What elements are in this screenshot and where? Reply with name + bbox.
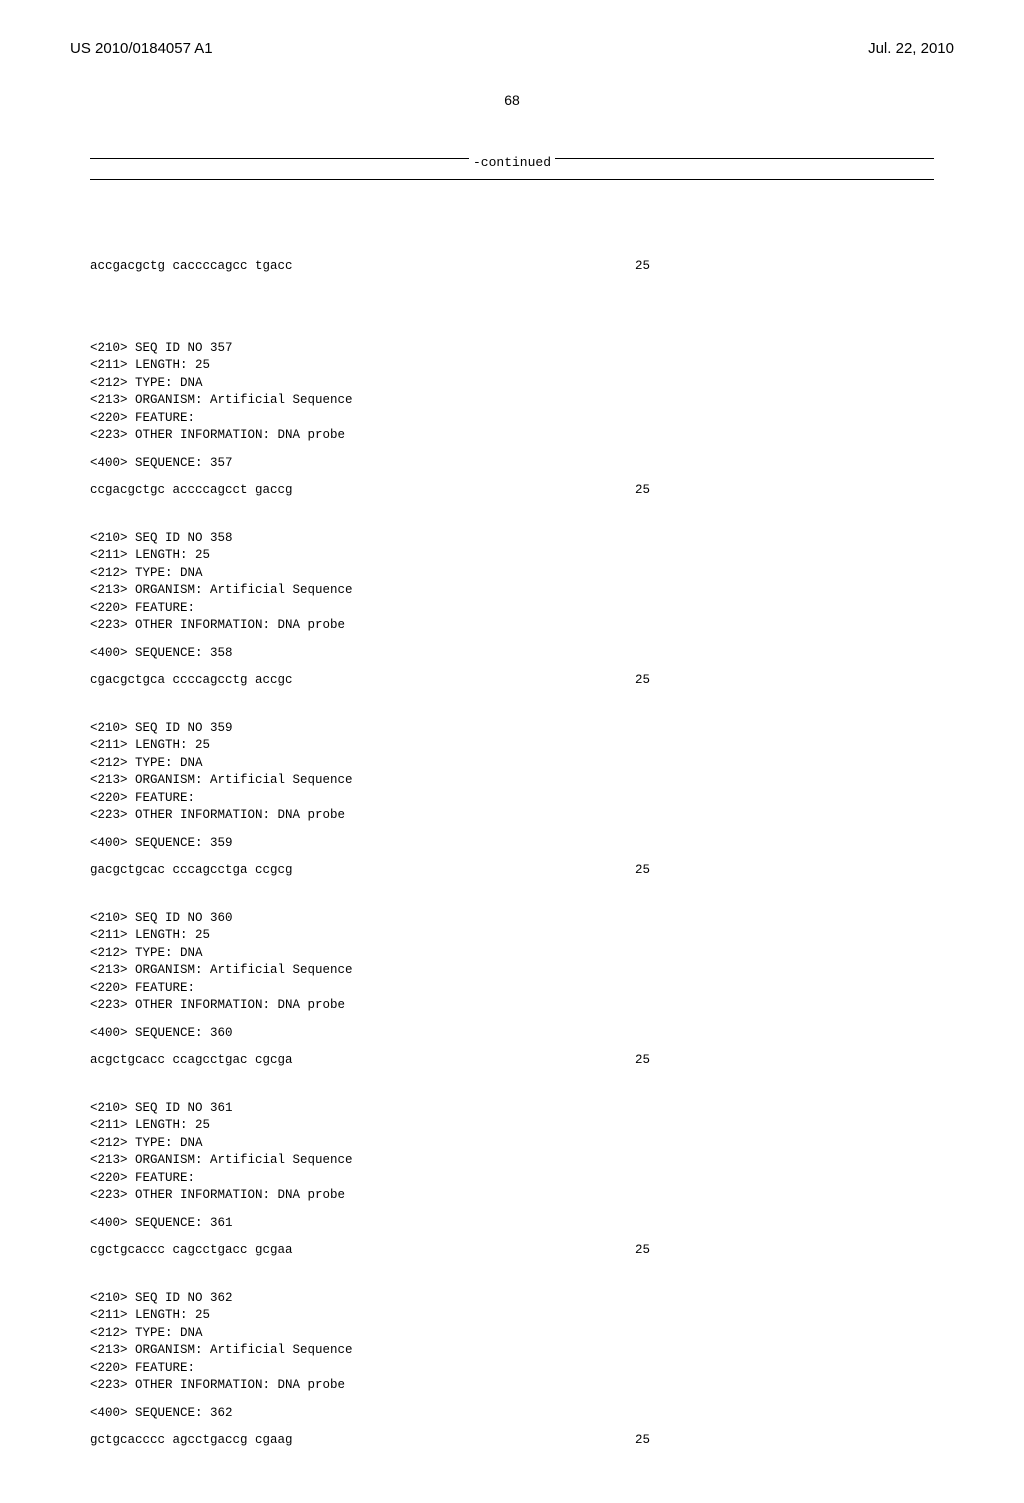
meta-line: <223> OTHER INFORMATION: DNA probe xyxy=(90,807,934,825)
meta-line: <211> LENGTH: 25 xyxy=(90,1307,934,1325)
meta-line: <212> TYPE: DNA xyxy=(90,1135,934,1153)
sequence-length: 25 xyxy=(635,672,650,690)
meta-line: <213> ORGANISM: Artificial Sequence xyxy=(90,772,934,790)
spacer xyxy=(90,1278,934,1290)
sequence-length: 25 xyxy=(635,258,650,276)
sequence-line: gacgctgcac cccagcctga ccgcg 25 xyxy=(90,862,650,880)
sequence-block: <210> SEQ ID NO 360<211> LENGTH: 25<212>… xyxy=(90,898,934,1070)
sequence-text: cgacgctgca ccccagcctg accgc xyxy=(90,672,293,690)
meta-line: <211> LENGTH: 25 xyxy=(90,1117,934,1135)
sequence-line: gctgcacccc agcctgaccg cgaag 25 xyxy=(90,1432,650,1450)
sequence-block: <210> SEQ ID NO 358<211> LENGTH: 25<212>… xyxy=(90,518,934,690)
meta-line: <212> TYPE: DNA xyxy=(90,1325,934,1343)
sequence-label: <400> SEQUENCE: 357 xyxy=(90,455,934,473)
sequence-meta: <210> SEQ ID NO 360<211> LENGTH: 25<212>… xyxy=(90,910,934,1015)
sequence-meta: <210> SEQ ID NO 357<211> LENGTH: 25<212>… xyxy=(90,340,934,445)
sequence-text: accgacgctg caccccagcc tgacc xyxy=(90,258,293,276)
sequence-text: cgctgcaccc cagcctgacc gcgaa xyxy=(90,1242,293,1260)
meta-line: <210> SEQ ID NO 357 xyxy=(90,340,934,358)
meta-line: <210> SEQ ID NO 359 xyxy=(90,720,934,738)
sequence-meta: <210> SEQ ID NO 358<211> LENGTH: 25<212>… xyxy=(90,530,934,635)
sequence-block: <210> SEQ ID NO 357<211> LENGTH: 25<212>… xyxy=(90,328,934,500)
continued-label: -continued xyxy=(469,155,555,170)
sequence-text: gctgcacccc agcctgaccg cgaag xyxy=(90,1432,293,1450)
spacer xyxy=(90,708,934,720)
meta-line: <212> TYPE: DNA xyxy=(90,565,934,583)
meta-line: <212> TYPE: DNA xyxy=(90,375,934,393)
spacer xyxy=(90,898,934,910)
sequence-line: cgctgcaccc cagcctgacc gcgaa 25 xyxy=(90,1242,650,1260)
meta-line: <211> LENGTH: 25 xyxy=(90,547,934,565)
sequence-listing: accgacgctg caccccagcc tgacc 25 <210> SEQ… xyxy=(90,205,934,1503)
page-header: US 2010/0184057 A1 Jul. 22, 2010 xyxy=(70,40,954,57)
meta-line: <223> OTHER INFORMATION: DNA probe xyxy=(90,997,934,1015)
sequence-label: <400> SEQUENCE: 360 xyxy=(90,1025,934,1043)
meta-line: <220> FEATURE: xyxy=(90,790,934,808)
meta-line: <220> FEATURE: xyxy=(90,410,934,428)
publication-number: US 2010/0184057 A1 xyxy=(70,40,213,57)
sequence-label: <400> SEQUENCE: 358 xyxy=(90,645,934,663)
sequence-length: 25 xyxy=(635,1052,650,1070)
meta-line: <220> FEATURE: xyxy=(90,980,934,998)
continued-divider: -continued xyxy=(90,158,934,180)
sequence-line: ccgacgctgc accccagcct gaccg 25 xyxy=(90,482,650,500)
sequence-line: accgacgctg caccccagcc tgacc 25 xyxy=(90,258,650,276)
page-number: 68 xyxy=(70,92,954,108)
sequence-text: acgctgcacc ccagcctgac cgcga xyxy=(90,1052,293,1070)
spacer xyxy=(90,1088,934,1100)
meta-line: <220> FEATURE: xyxy=(90,1170,934,1188)
meta-line: <223> OTHER INFORMATION: DNA probe xyxy=(90,427,934,445)
sequence-block: <210> SEQ ID NO 361<211> LENGTH: 25<212>… xyxy=(90,1088,934,1260)
meta-line: <211> LENGTH: 25 xyxy=(90,357,934,375)
meta-line: <213> ORGANISM: Artificial Sequence xyxy=(90,962,934,980)
sequence-length: 25 xyxy=(635,862,650,880)
meta-line: <213> ORGANISM: Artificial Sequence xyxy=(90,582,934,600)
sequence-meta: <210> SEQ ID NO 361<211> LENGTH: 25<212>… xyxy=(90,1100,934,1205)
meta-line: <210> SEQ ID NO 360 xyxy=(90,910,934,928)
sequence-line: cgacgctgca ccccagcctg accgc 25 xyxy=(90,672,650,690)
sequence-line: acgctgcacc ccagcctgac cgcga 25 xyxy=(90,1052,650,1070)
sequence-text: ccgacgctgc accccagcct gaccg xyxy=(90,482,293,500)
meta-line: <212> TYPE: DNA xyxy=(90,755,934,773)
sequence-length: 25 xyxy=(635,1242,650,1260)
meta-line: <223> OTHER INFORMATION: DNA probe xyxy=(90,1187,934,1205)
sequence-length: 25 xyxy=(635,482,650,500)
meta-line: <220> FEATURE: xyxy=(90,1360,934,1378)
sequence-text: gacgctgcac cccagcctga ccgcg xyxy=(90,862,293,880)
meta-line: <211> LENGTH: 25 xyxy=(90,927,934,945)
sequence-block: <210> SEQ ID NO 359<211> LENGTH: 25<212>… xyxy=(90,708,934,880)
meta-line: <211> LENGTH: 25 xyxy=(90,737,934,755)
sequence-label: <400> SEQUENCE: 359 xyxy=(90,835,934,853)
sequence-label: <400> SEQUENCE: 361 xyxy=(90,1215,934,1233)
spacer xyxy=(90,518,934,530)
meta-line: <210> SEQ ID NO 362 xyxy=(90,1290,934,1308)
meta-line: <210> SEQ ID NO 361 xyxy=(90,1100,934,1118)
meta-line: <213> ORGANISM: Artificial Sequence xyxy=(90,1152,934,1170)
sequence-block: <210> SEQ ID NO 362<211> LENGTH: 25<212>… xyxy=(90,1278,934,1450)
sequence-blocks: <210> SEQ ID NO 357<211> LENGTH: 25<212>… xyxy=(90,328,934,1450)
meta-line: <212> TYPE: DNA xyxy=(90,945,934,963)
meta-line: <220> FEATURE: xyxy=(90,600,934,618)
meta-line: <223> OTHER INFORMATION: DNA probe xyxy=(90,617,934,635)
sequence-label: <400> SEQUENCE: 362 xyxy=(90,1405,934,1423)
sequence-meta: <210> SEQ ID NO 359<211> LENGTH: 25<212>… xyxy=(90,720,934,825)
spacer xyxy=(90,328,934,340)
meta-line: <213> ORGANISM: Artificial Sequence xyxy=(90,392,934,410)
sequence-meta: <210> SEQ ID NO 362<211> LENGTH: 25<212>… xyxy=(90,1290,934,1395)
sequence-length: 25 xyxy=(635,1432,650,1450)
meta-line: <210> SEQ ID NO 358 xyxy=(90,530,934,548)
publication-date: Jul. 22, 2010 xyxy=(868,40,954,57)
meta-line: <213> ORGANISM: Artificial Sequence xyxy=(90,1342,934,1360)
meta-line: <223> OTHER INFORMATION: DNA probe xyxy=(90,1377,934,1395)
